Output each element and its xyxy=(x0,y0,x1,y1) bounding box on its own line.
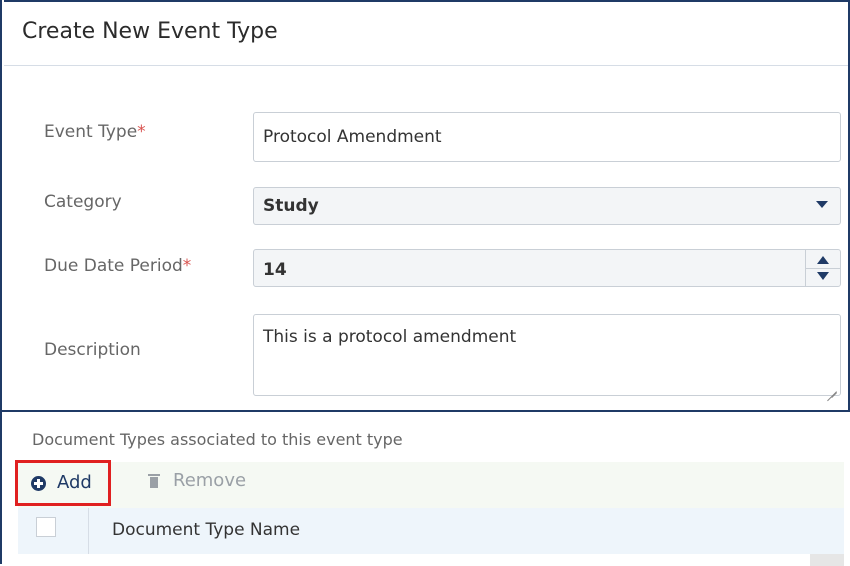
grid-body xyxy=(18,554,844,566)
trash-icon xyxy=(148,474,160,488)
event-type-input[interactable]: Protocol Amendment xyxy=(253,112,841,162)
category-selected-value: Study xyxy=(263,196,319,216)
document-types-section: Document Types associated to this event … xyxy=(2,410,850,566)
dialog-header: Create New Event Type xyxy=(4,0,850,66)
add-button[interactable]: Add xyxy=(15,460,111,506)
remove-button-label: Remove xyxy=(173,470,247,491)
due-date-period-input[interactable]: 14 xyxy=(253,249,841,287)
decrement-arrow-icon[interactable] xyxy=(817,272,829,280)
number-spinner[interactable] xyxy=(805,250,840,286)
event-type-label: Event Type* xyxy=(44,122,146,142)
spinner-divider xyxy=(806,268,840,269)
document-type-name-column-header[interactable]: Document Type Name xyxy=(112,520,300,540)
document-types-grid-header: Document Type Name xyxy=(18,508,844,555)
increment-arrow-icon[interactable] xyxy=(817,256,829,264)
add-button-label: Add xyxy=(57,472,92,493)
vertical-scrollbar[interactable] xyxy=(810,554,844,566)
dropdown-arrow-icon[interactable] xyxy=(816,201,828,208)
description-label: Description xyxy=(44,340,141,360)
dialog-title: Create New Event Type xyxy=(22,19,278,44)
category-select[interactable]: Study xyxy=(253,187,841,225)
select-all-checkbox[interactable] xyxy=(36,517,56,537)
document-types-section-title: Document Types associated to this event … xyxy=(32,430,403,449)
due-date-period-label: Due Date Period* xyxy=(44,256,192,276)
resize-handle-icon[interactable] xyxy=(827,382,837,392)
column-divider xyxy=(88,508,89,554)
plus-circle-icon xyxy=(31,476,46,491)
document-types-toolbar: Add Remove xyxy=(15,460,844,508)
category-label: Category xyxy=(44,192,122,212)
description-textarea[interactable]: This is a protocol amendment xyxy=(253,314,841,396)
create-event-type-dialog: Create New Event Type Event Type* Protoc… xyxy=(0,0,850,566)
